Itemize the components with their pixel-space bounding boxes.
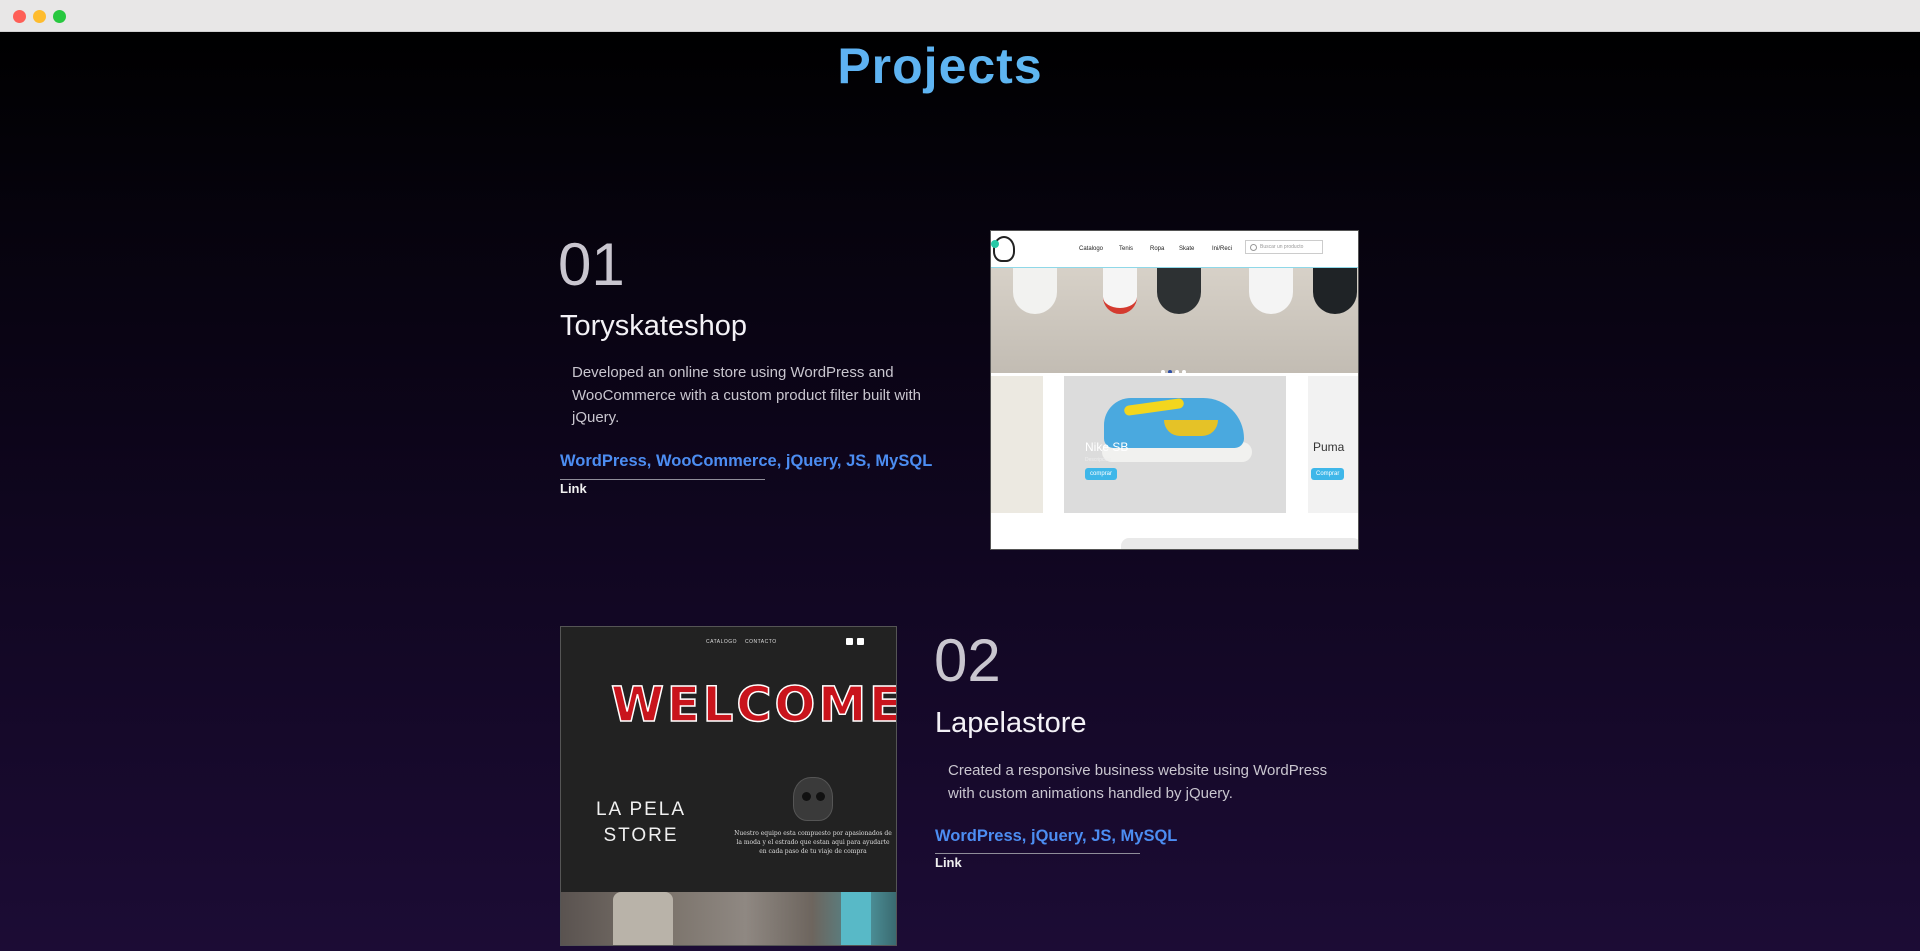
preview-nav-item: Ini/Reci	[1212, 246, 1233, 252]
instagram-icon	[857, 638, 864, 645]
preview-nav-item: Skate	[1179, 246, 1195, 252]
maximize-window-icon[interactable]	[53, 10, 66, 23]
preview-hero-banner	[991, 268, 1358, 374]
preview-blurb: Nuestro equipo esta compuesto por apasio…	[734, 830, 892, 855]
preview-nav-item: Tenis	[1119, 246, 1134, 252]
product-caption: Descripcion	[1085, 457, 1112, 463]
buy-button: Comprar	[1311, 468, 1345, 480]
preview-photo	[561, 892, 896, 945]
link-divider	[560, 479, 765, 480]
project-number: 01	[558, 231, 625, 298]
section-title: Projects	[0, 37, 1880, 95]
preview-nav-item: Catalogo	[1079, 246, 1104, 252]
facebook-icon	[846, 638, 853, 645]
project-tech-tags: WordPress, WooCommerce, jQuery, JS, MySQ…	[560, 452, 933, 470]
link-divider	[935, 853, 1140, 854]
buy-button: comprar	[1085, 468, 1118, 480]
minimize-window-icon[interactable]	[33, 10, 46, 23]
product-card	[991, 376, 1043, 513]
project-title: Toryskateshop	[560, 310, 747, 342]
project-preview-image[interactable]: CATALOGO CONTACTO WELCOME LA PELA STORE …	[560, 626, 897, 946]
preview-product-row: Nike SB Descripcion comprar Puma Comprar	[991, 373, 1358, 549]
preview-nav-item: CONTACTO	[745, 639, 777, 645]
project-description: Created a responsive business website us…	[948, 762, 1328, 802]
preview-welcome-heading: WELCOME	[610, 676, 897, 734]
skull-logo	[793, 777, 833, 821]
project-preview-image[interactable]: Catalogo Tenis Ropa Skate Ini/Reci Busca…	[990, 230, 1359, 550]
product-name: Nike SB	[1085, 440, 1129, 454]
window-titlebar	[0, 0, 1920, 32]
preview-search-input: Buscar un producto	[1245, 240, 1323, 254]
preview-header: Catalogo Tenis Ropa Skate Ini/Reci Busca…	[991, 231, 1358, 268]
preview-nav-item: CATALOGO	[706, 639, 738, 645]
preview-store-name: LA PELA STORE	[595, 799, 687, 846]
project-number: 02	[934, 627, 1001, 694]
product-name: Puma	[1313, 440, 1345, 454]
project-link[interactable]: Link	[560, 481, 587, 496]
page-viewport: Projects 01 Toryskateshop Developed an o…	[0, 32, 1920, 951]
project-description: Developed an online store using WordPres…	[572, 364, 922, 426]
close-window-icon[interactable]	[13, 10, 26, 23]
preview-nav-item: Ropa	[1150, 246, 1165, 252]
project-title: Lapelastore	[935, 707, 1087, 739]
shop-logo	[991, 236, 1015, 262]
project-link[interactable]: Link	[935, 855, 962, 870]
project-tech-tags: WordPress, jQuery, JS, MySQL	[935, 827, 1178, 845]
